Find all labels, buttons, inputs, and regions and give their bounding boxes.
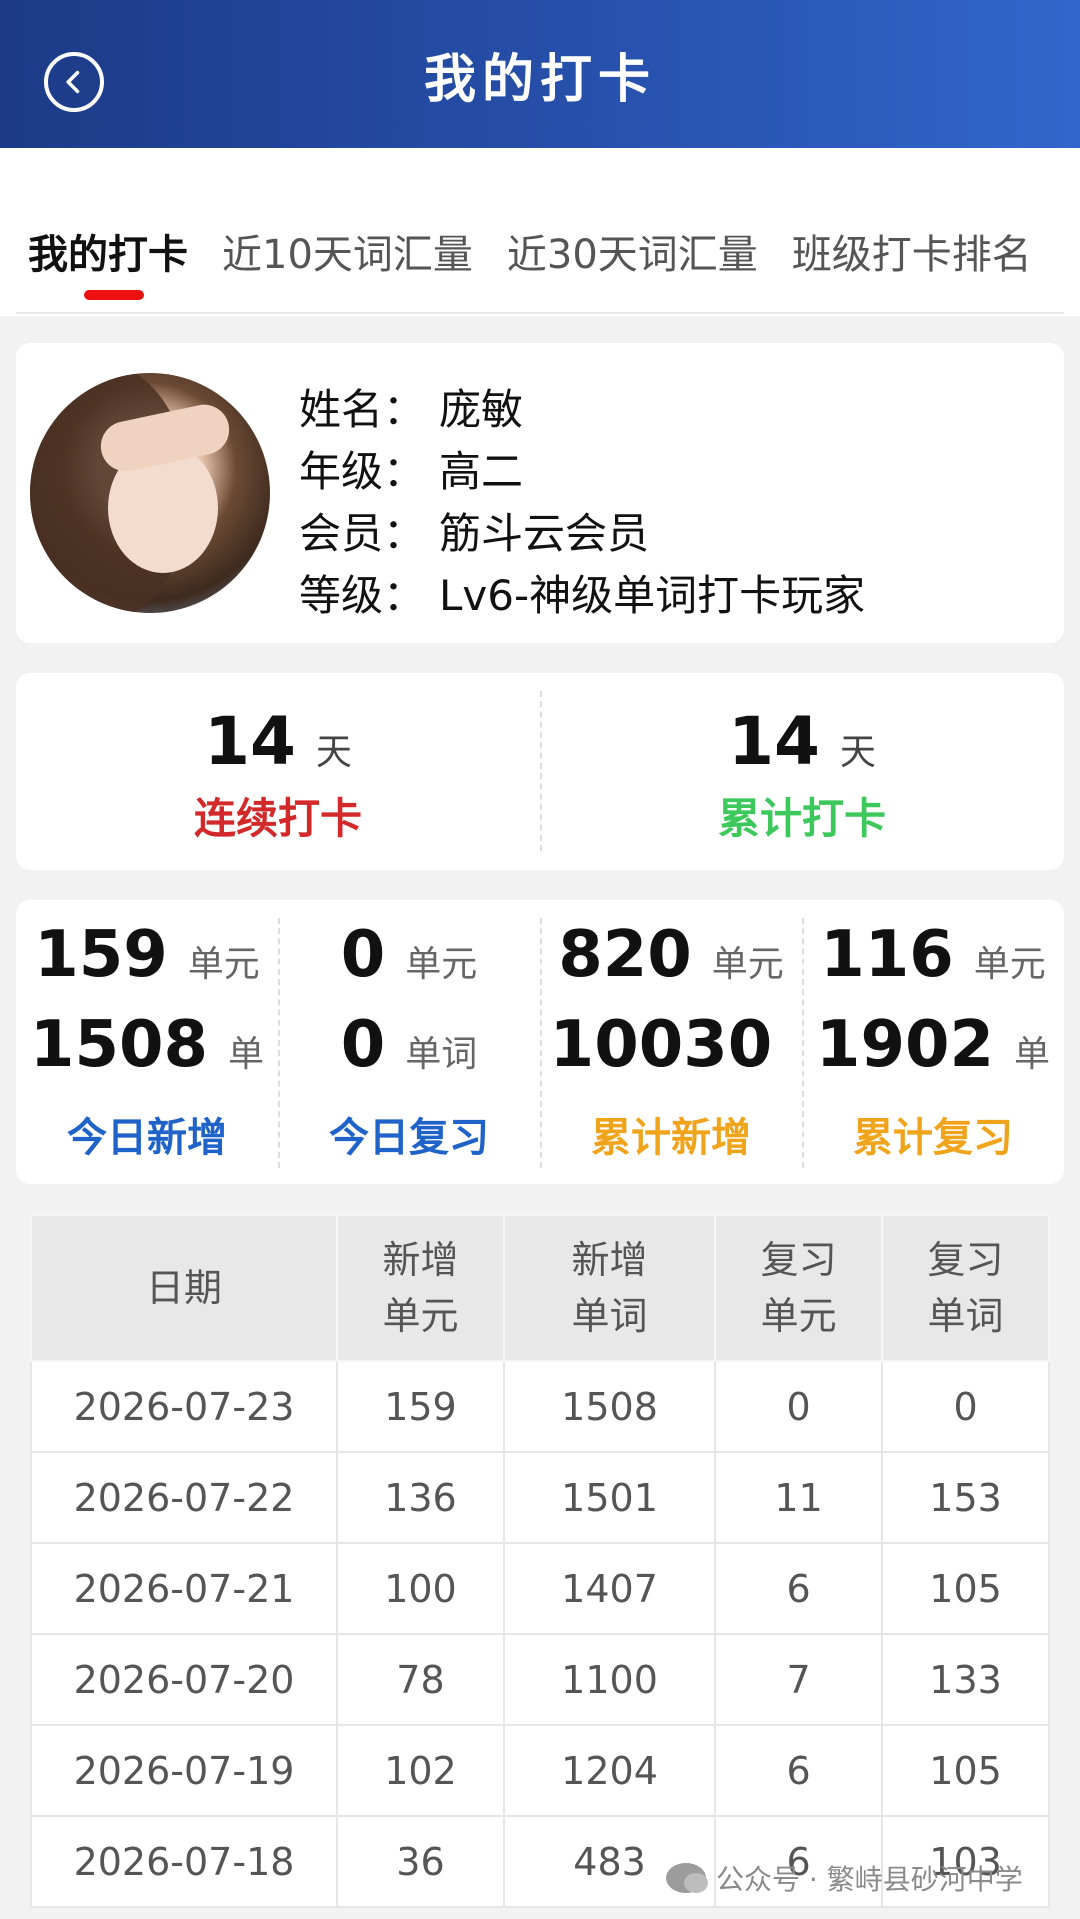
tab-row: 我的打卡 近10天词汇量 近30天词汇量 班级打卡排名 (28, 222, 1066, 280)
today-new-stat: 159 单元 1508 单 今日新增 (29, 918, 265, 1161)
consecutive-days-value: 14 (204, 703, 296, 780)
back-button[interactable] (44, 52, 104, 112)
stats-card: 159 单元 1508 单 今日新增 0 单元 0 单词 今日复习 820 单元 1003… (16, 900, 1064, 1184)
consecutive-checkin: 14 天 连续打卡 (16, 673, 540, 870)
header-date: 日期 (30, 1214, 338, 1362)
profile-row-grade: 年级： 高二 (299, 447, 524, 496)
header-new-units: 新增 单元 (336, 1214, 505, 1362)
total-review-stat: 116 单元 1902 单 累计复习 (815, 918, 1051, 1161)
profile-row-membership: 会员： 筋斗云会员 (299, 509, 650, 558)
profile-card: 姓名： 庞敏 年级： 高二 会员： 筋斗云会员 等级： Lv6-神级单词打卡玩家 (16, 343, 1064, 643)
total-new-stat: 820 单元 10030 累计新增 (549, 918, 784, 1161)
table-header-row: 日期 新增 单元 新增 单词 复习 单元 复习 单词 (30, 1214, 1050, 1362)
tab-10-day-vocab[interactable]: 近10天词汇量 (222, 222, 473, 280)
tab-class-ranking[interactable]: 班级打卡排名 (792, 222, 1032, 280)
total-checkin: 14 天 累计打卡 (540, 673, 1064, 870)
tab-30-day-vocab[interactable]: 近30天词汇量 (507, 222, 758, 280)
active-tab-indicator (84, 290, 144, 300)
total-days-value: 14 (728, 703, 820, 780)
tab-my-checkin[interactable]: 我的打卡 (28, 222, 188, 280)
profile-row-level: 等级： Lv6-神级单词打卡玩家 (299, 571, 866, 620)
history-table: 日期 新增 单元 新增 单词 复习 单元 复习 单词 2026-07-23 159… (30, 1214, 1050, 1908)
total-label: 累计打卡 (717, 794, 886, 843)
profile-info: 姓名： 庞敏 年级： 高二 会员： 筋斗云会员 等级： Lv6-神级单词打卡玩家 (299, 379, 865, 627)
profile-row-name: 姓名： 庞敏 (299, 385, 524, 434)
table-row: 2026-07-21 100 1407 6 105 (30, 1542, 1050, 1635)
consecutive-days-unit: 天 (315, 732, 352, 773)
page-title: 我的打卡 (423, 49, 656, 110)
chevron-left-icon (66, 70, 80, 94)
checkin-summary-card: 14 天 连续打卡 14 天 累计打卡 (16, 673, 1064, 870)
table-row: 2026-07-19 102 1204 6 105 (30, 1724, 1050, 1817)
tab-divider (16, 312, 1064, 314)
today-review-stat: 0 单元 0 单词 今日复习 (329, 918, 489, 1161)
header-new-words: 新增 单词 (502, 1214, 717, 1362)
table-row: 2026-07-22 136 1501 11 153 (30, 1451, 1050, 1544)
watermark: 公众号 · 繁峙县砂河中学 (666, 1858, 1023, 1898)
wechat-icon (666, 1863, 708, 1893)
table-row: 2026-07-23 159 1508 0 0 (30, 1360, 1050, 1453)
table-row: 2026-07-20 78 1100 7 133 (30, 1633, 1050, 1726)
total-days-unit: 天 (839, 732, 876, 773)
consecutive-label: 连续打卡 (193, 794, 362, 843)
avatar (30, 373, 270, 613)
top-bar: 我的打卡 (0, 0, 1080, 148)
header-review-words: 复习 单词 (881, 1214, 1050, 1362)
header-review-units: 复习 单元 (714, 1214, 884, 1362)
